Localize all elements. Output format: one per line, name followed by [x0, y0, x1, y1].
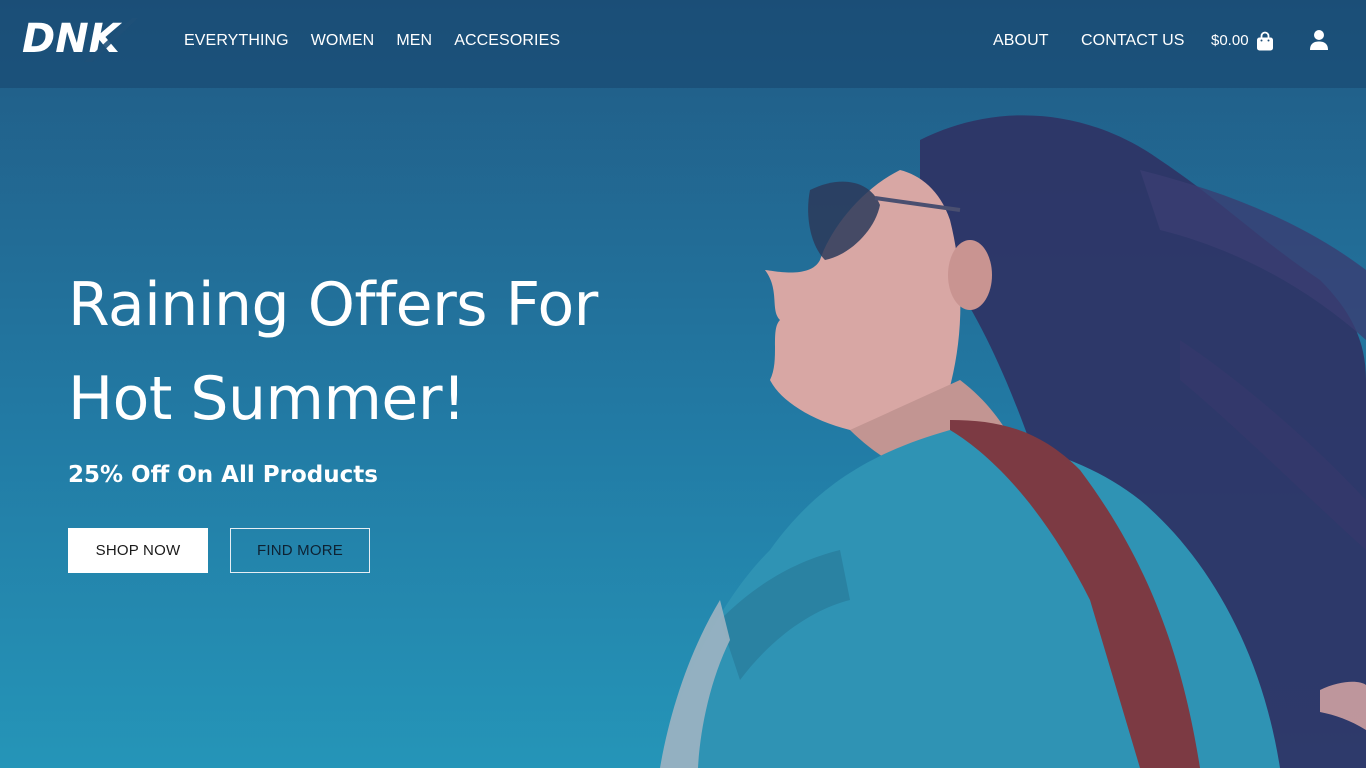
shop-now-button[interactable]: SHOP NOW: [68, 528, 208, 573]
cart-total: $0.00: [1211, 32, 1249, 49]
hero-title-line-1: Raining Offers For: [68, 270, 598, 340]
main-nav: EVERYTHING WOMEN MEN ACCESORIES: [184, 31, 582, 51]
cart-button[interactable]: $0.00: [1211, 31, 1274, 51]
hero-woman-illustration: [660, 115, 1366, 768]
nav-men[interactable]: MEN: [396, 31, 432, 51]
site-header: DNK EVERYTHING WOMEN MEN ACCESORIES ABOU…: [0, 0, 1366, 88]
hero-section: Raining Offers For Hot Summer! 25% Off O…: [68, 258, 668, 490]
nav-about[interactable]: ABOUT: [993, 31, 1049, 51]
dnk-logo[interactable]: DNK: [22, 14, 140, 64]
nav-contact-us[interactable]: CONTACT US: [1081, 31, 1185, 51]
nav-women[interactable]: WOMEN: [311, 31, 375, 51]
hero-title: Raining Offers For Hot Summer!: [68, 258, 668, 446]
find-more-button[interactable]: FIND MORE: [230, 528, 370, 573]
nav-everything[interactable]: EVERYTHING: [184, 31, 289, 51]
hero-actions: SHOP NOW FIND MORE: [68, 528, 370, 573]
nav-accesories[interactable]: ACCESORIES: [454, 31, 560, 51]
logo-text: DNK: [22, 16, 123, 62]
hero-subtitle: 25% Off On All Products: [68, 462, 378, 488]
shopping-bag-icon: [1256, 31, 1273, 51]
user-icon[interactable]: [1309, 29, 1329, 51]
hero-title-line-2: Hot Summer!: [68, 364, 466, 434]
